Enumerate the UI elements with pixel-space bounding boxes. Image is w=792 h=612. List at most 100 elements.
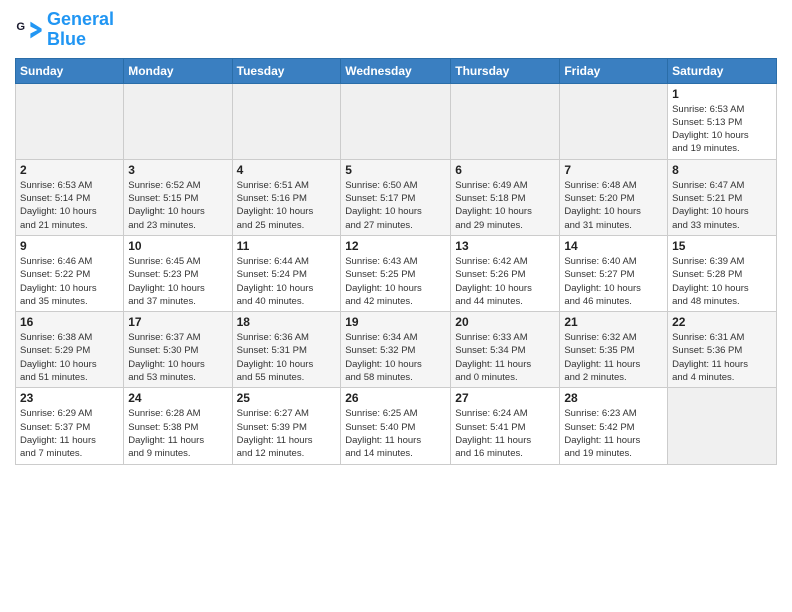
calendar: SundayMondayTuesdayWednesdayThursdayFrid… (15, 58, 777, 465)
day-info: Sunrise: 6:32 AM Sunset: 5:35 PM Dayligh… (564, 331, 663, 384)
svg-text:G: G (16, 21, 25, 33)
day-info: Sunrise: 6:34 AM Sunset: 5:32 PM Dayligh… (345, 331, 446, 384)
day-number: 11 (237, 239, 337, 253)
calendar-cell: 19 Sunrise: 6:34 AM Sunset: 5:32 PM Dayli… (341, 312, 451, 388)
day-info: Sunrise: 6:52 AM Sunset: 5:15 PM Dayligh… (128, 179, 227, 232)
day-number: 9 (20, 239, 119, 253)
day-info: Sunrise: 6:38 AM Sunset: 5:29 PM Dayligh… (20, 331, 119, 384)
week-row-2: 2 Sunrise: 6:53 AM Sunset: 5:14 PM Daylig… (16, 159, 777, 235)
calendar-cell: 8 Sunrise: 6:47 AM Sunset: 5:21 PM Daylig… (668, 159, 777, 235)
day-number: 15 (672, 239, 772, 253)
calendar-cell: 27 Sunrise: 6:24 AM Sunset: 5:41 PM Dayli… (451, 388, 560, 464)
day-info: Sunrise: 6:37 AM Sunset: 5:30 PM Dayligh… (128, 331, 227, 384)
day-info: Sunrise: 6:29 AM Sunset: 5:37 PM Dayligh… (20, 407, 119, 460)
calendar-cell: 23 Sunrise: 6:29 AM Sunset: 5:37 PM Dayli… (16, 388, 124, 464)
day-number: 19 (345, 315, 446, 329)
day-number: 7 (564, 163, 663, 177)
day-info: Sunrise: 6:27 AM Sunset: 5:39 PM Dayligh… (237, 407, 337, 460)
day-number: 2 (20, 163, 119, 177)
calendar-cell (560, 83, 668, 159)
day-number: 3 (128, 163, 227, 177)
week-row-4: 16 Sunrise: 6:38 AM Sunset: 5:29 PM Dayli… (16, 312, 777, 388)
calendar-cell: 14Sunrise: 6:40 AM Sunset: 5:27 PM Dayli… (560, 235, 668, 311)
day-info: Sunrise: 6:45 AM Sunset: 5:23 PM Dayligh… (128, 255, 227, 308)
day-number: 14 (564, 239, 663, 253)
weekday-monday: Monday (124, 58, 232, 83)
day-info: Sunrise: 6:28 AM Sunset: 5:38 PM Dayligh… (128, 407, 227, 460)
calendar-cell: 1Sunrise: 6:53 AM Sunset: 5:13 PM Daylig… (668, 83, 777, 159)
day-number: 26 (345, 391, 446, 405)
day-number: 22 (672, 315, 772, 329)
day-info: Sunrise: 6:42 AM Sunset: 5:26 PM Dayligh… (455, 255, 555, 308)
logo-text: General Blue (47, 10, 114, 50)
calendar-cell: 18 Sunrise: 6:36 AM Sunset: 5:31 PM Dayli… (232, 312, 341, 388)
day-info: Sunrise: 6:48 AM Sunset: 5:20 PM Dayligh… (564, 179, 663, 232)
day-number: 1 (672, 87, 772, 101)
weekday-thursday: Thursday (451, 58, 560, 83)
day-info: Sunrise: 6:24 AM Sunset: 5:41 PM Dayligh… (455, 407, 555, 460)
day-info: Sunrise: 6:36 AM Sunset: 5:31 PM Dayligh… (237, 331, 337, 384)
calendar-cell: 2 Sunrise: 6:53 AM Sunset: 5:14 PM Daylig… (16, 159, 124, 235)
week-row-3: 9 Sunrise: 6:46 AM Sunset: 5:22 PM Daylig… (16, 235, 777, 311)
calendar-cell: 15 Sunrise: 6:39 AM Sunset: 5:28 PM Dayli… (668, 235, 777, 311)
calendar-cell: 28 Sunrise: 6:23 AM Sunset: 5:42 PM Dayli… (560, 388, 668, 464)
calendar-cell: 5Sunrise: 6:50 AM Sunset: 5:17 PM Daylig… (341, 159, 451, 235)
weekday-saturday: Saturday (668, 58, 777, 83)
weekday-header-row: SundayMondayTuesdayWednesdayThursdayFrid… (16, 58, 777, 83)
day-info: Sunrise: 6:33 AM Sunset: 5:34 PM Dayligh… (455, 331, 555, 384)
calendar-cell: 13 Sunrise: 6:42 AM Sunset: 5:26 PM Dayli… (451, 235, 560, 311)
calendar-cell: 3 Sunrise: 6:52 AM Sunset: 5:15 PM Daylig… (124, 159, 232, 235)
day-info: Sunrise: 6:49 AM Sunset: 5:18 PM Dayligh… (455, 179, 555, 232)
day-info: Sunrise: 6:44 AM Sunset: 5:24 PM Dayligh… (237, 255, 337, 308)
day-number: 27 (455, 391, 555, 405)
calendar-cell: 10 Sunrise: 6:45 AM Sunset: 5:23 PM Dayli… (124, 235, 232, 311)
calendar-cell: 26Sunrise: 6:25 AM Sunset: 5:40 PM Dayli… (341, 388, 451, 464)
day-number: 21 (564, 315, 663, 329)
calendar-cell (341, 83, 451, 159)
day-number: 20 (455, 315, 555, 329)
day-number: 12 (345, 239, 446, 253)
calendar-cell: 25Sunrise: 6:27 AM Sunset: 5:39 PM Dayli… (232, 388, 341, 464)
calendar-cell: 4 Sunrise: 6:51 AM Sunset: 5:16 PM Daylig… (232, 159, 341, 235)
calendar-cell: 20 Sunrise: 6:33 AM Sunset: 5:34 PM Dayli… (451, 312, 560, 388)
day-number: 28 (564, 391, 663, 405)
day-number: 8 (672, 163, 772, 177)
weekday-tuesday: Tuesday (232, 58, 341, 83)
page: G General Blue SundayMondayTuesdayWednes… (0, 0, 792, 480)
calendar-cell: 11 Sunrise: 6:44 AM Sunset: 5:24 PM Dayli… (232, 235, 341, 311)
day-number: 13 (455, 239, 555, 253)
weekday-wednesday: Wednesday (341, 58, 451, 83)
day-number: 18 (237, 315, 337, 329)
weekday-friday: Friday (560, 58, 668, 83)
day-number: 17 (128, 315, 227, 329)
day-number: 23 (20, 391, 119, 405)
week-row-5: 23 Sunrise: 6:29 AM Sunset: 5:37 PM Dayli… (16, 388, 777, 464)
day-info: Sunrise: 6:43 AM Sunset: 5:25 PM Dayligh… (345, 255, 446, 308)
day-info: Sunrise: 6:50 AM Sunset: 5:17 PM Dayligh… (345, 179, 446, 232)
calendar-cell: 21 Sunrise: 6:32 AM Sunset: 5:35 PM Dayli… (560, 312, 668, 388)
calendar-cell: 12 Sunrise: 6:43 AM Sunset: 5:25 PM Dayli… (341, 235, 451, 311)
calendar-cell: 24Sunrise: 6:28 AM Sunset: 5:38 PM Dayli… (124, 388, 232, 464)
day-info: Sunrise: 6:53 AM Sunset: 5:14 PM Dayligh… (20, 179, 119, 232)
day-number: 6 (455, 163, 555, 177)
logo-icon: G (15, 16, 43, 44)
day-number: 16 (20, 315, 119, 329)
calendar-cell: 7 Sunrise: 6:48 AM Sunset: 5:20 PM Daylig… (560, 159, 668, 235)
calendar-cell: 6 Sunrise: 6:49 AM Sunset: 5:18 PM Daylig… (451, 159, 560, 235)
day-info: Sunrise: 6:51 AM Sunset: 5:16 PM Dayligh… (237, 179, 337, 232)
day-info: Sunrise: 6:39 AM Sunset: 5:28 PM Dayligh… (672, 255, 772, 308)
calendar-cell: 22Sunrise: 6:31 AM Sunset: 5:36 PM Dayli… (668, 312, 777, 388)
day-number: 10 (128, 239, 227, 253)
week-row-1: 1Sunrise: 6:53 AM Sunset: 5:13 PM Daylig… (16, 83, 777, 159)
weekday-sunday: Sunday (16, 58, 124, 83)
calendar-cell (232, 83, 341, 159)
calendar-cell: 16 Sunrise: 6:38 AM Sunset: 5:29 PM Dayli… (16, 312, 124, 388)
day-info: Sunrise: 6:46 AM Sunset: 5:22 PM Dayligh… (20, 255, 119, 308)
header: G General Blue (15, 10, 777, 50)
day-info: Sunrise: 6:47 AM Sunset: 5:21 PM Dayligh… (672, 179, 772, 232)
day-number: 4 (237, 163, 337, 177)
calendar-cell (451, 83, 560, 159)
calendar-cell: 17 Sunrise: 6:37 AM Sunset: 5:30 PM Dayli… (124, 312, 232, 388)
day-info: Sunrise: 6:23 AM Sunset: 5:42 PM Dayligh… (564, 407, 663, 460)
logo: G General Blue (15, 10, 114, 50)
